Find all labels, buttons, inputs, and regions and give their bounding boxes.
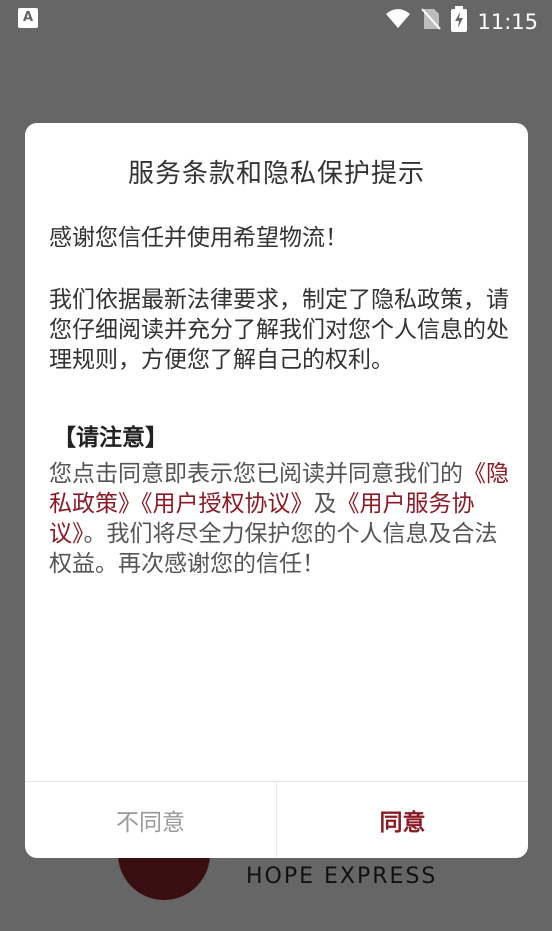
notice-text: 您点击同意即表示您已阅读并同意我们的《隐私政策》《用户授权协议》及《用户服务协议…: [49, 459, 509, 579]
user-authorization-link[interactable]: 《用户授权协议》: [141, 491, 314, 517]
clock: 11:15: [477, 9, 538, 34]
privacy-dialog: 服务条款和隐私保护提示 感谢您信任并使用希望物流！ 我们依据最新法律要求，制定了…: [25, 123, 528, 858]
status-bar: A 11:15: [0, 0, 552, 38]
decline-button[interactable]: 不同意: [25, 782, 277, 858]
policy-text: 我们依据最新法律要求，制定了隐私政策，请您仔细阅读并充分了解我们对您个人信息的处…: [49, 287, 509, 373]
dialog-footer: 不同意 同意: [25, 781, 528, 858]
wifi-icon: [385, 8, 411, 35]
notice-suffix: 。我们将尽全力保护您的个人信息及合法权益。再次感谢您的信任！: [49, 521, 498, 577]
notice-prefix: 您点击同意即表示您已阅读并同意我们的: [49, 461, 463, 487]
battery-charging-icon: [451, 6, 468, 37]
agree-button[interactable]: 同意: [277, 782, 528, 858]
dialog-body: 感谢您信任并使用希望物流！ 我们依据最新法律要求，制定了隐私政策，请您仔细阅读并…: [49, 223, 509, 579]
app-notification-icon: A: [18, 8, 38, 28]
notice-title: 【请注意】: [53, 425, 168, 451]
conjunction: 及: [313, 491, 337, 517]
dialog-title: 服务条款和隐私保护提示: [127, 159, 425, 189]
logo-text: HOPE EXPRESS: [246, 864, 438, 889]
no-sim-icon: [421, 7, 442, 36]
thanks-text: 感谢您信任并使用希望物流！: [49, 225, 348, 251]
